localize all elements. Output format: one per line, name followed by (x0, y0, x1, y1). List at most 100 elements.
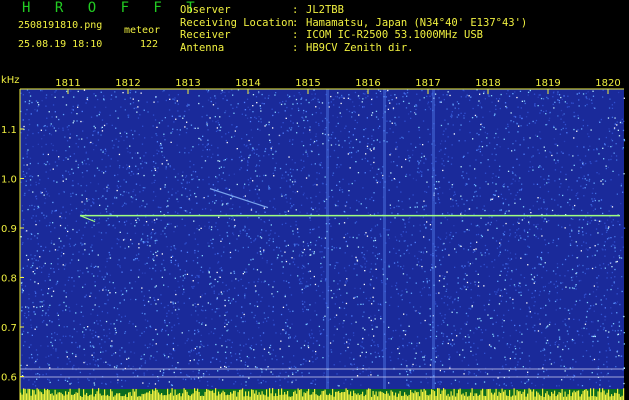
noise-dot (407, 149, 409, 152)
noise-dot (478, 369, 480, 371)
noise-dot (340, 96, 342, 98)
noise-dot (586, 97, 588, 100)
noise-dot (246, 271, 248, 273)
noise-dot (21, 288, 24, 290)
noise-dot (579, 218, 581, 221)
noise-dot (287, 94, 289, 96)
noise-dot (391, 212, 393, 214)
noise-dot (501, 325, 503, 328)
noise-dot (607, 227, 609, 230)
noise-dot (491, 317, 493, 319)
noise-dot (279, 102, 281, 104)
noise-dot (439, 383, 441, 385)
noise-dot (605, 225, 607, 227)
noise-dot (220, 366, 222, 368)
noise-dot (69, 203, 72, 206)
noise-dot (208, 221, 210, 223)
noise-dot (135, 165, 137, 167)
noise-dot (619, 333, 621, 335)
noise-dot (542, 307, 544, 309)
noise-dot (40, 245, 42, 248)
noise-dot (556, 285, 559, 287)
noise-dot (526, 373, 529, 376)
noise-dot (469, 131, 471, 134)
noise-dot (414, 241, 416, 244)
noise-dot (72, 122, 74, 124)
noise-dot (184, 110, 186, 112)
noise-dot (509, 235, 511, 237)
noise-dot (30, 254, 32, 256)
noise-dot (333, 280, 335, 282)
noise-dot (345, 280, 347, 282)
noise-dot (443, 371, 446, 373)
noise-dot (314, 163, 316, 165)
noise-dot (82, 211, 84, 213)
noise-dot (210, 361, 212, 363)
noise-dot (215, 200, 217, 202)
noise-dot (186, 340, 188, 342)
noise-dot (290, 114, 292, 117)
noise-dot (66, 235, 68, 237)
noise-dot (51, 212, 53, 214)
noise-dot (173, 371, 175, 374)
noise-dot (67, 279, 70, 281)
noise-dot (548, 178, 550, 181)
noise-dot (571, 239, 573, 241)
noise-dot (78, 346, 81, 349)
noise-dot (567, 255, 570, 257)
noise-dot (476, 328, 478, 330)
noise-dot (28, 293, 30, 295)
noise-dot (594, 199, 596, 202)
noise-dot (289, 179, 291, 181)
noise-dot (309, 228, 311, 231)
noise-dot (215, 222, 217, 224)
noise-dot (566, 341, 568, 343)
noise-dot (28, 346, 30, 348)
noise-dot (497, 100, 500, 102)
noise-dot (63, 227, 65, 229)
noise-dot (109, 364, 111, 366)
noise-dot (92, 142, 94, 145)
noise-dot (400, 266, 402, 268)
noise-dot (442, 243, 444, 245)
noise-dot (540, 350, 542, 352)
noise-dot (97, 183, 100, 185)
noise-dot (449, 241, 451, 244)
noise-dot (611, 140, 614, 142)
noise-dot (363, 135, 365, 138)
noise-dot (275, 332, 277, 334)
noise-dot (258, 165, 260, 167)
noise-dot (309, 131, 311, 133)
noise-dot (171, 365, 173, 367)
noise-dot (611, 312, 613, 314)
noise-dot (604, 316, 607, 318)
noise-dot (529, 137, 531, 139)
noise-dot (226, 235, 229, 237)
noise-dot (201, 208, 204, 210)
noise-dot (478, 281, 480, 283)
spectrogram: kHz 1811 1812 1813 1814 1815 1816 1817 1818 1819 1… (1, 75, 626, 400)
noise-dot (245, 235, 248, 237)
noise-dot (263, 155, 265, 157)
noise-dot (51, 287, 53, 289)
noise-dot (414, 105, 416, 107)
noise-dot (131, 201, 133, 203)
noise-dot (343, 342, 346, 345)
noise-dot (107, 205, 109, 207)
noise-dot (220, 240, 222, 242)
noise-dot (294, 335, 297, 337)
noise-dot (374, 314, 376, 317)
noise-dot (477, 224, 479, 227)
noise-dot (116, 243, 118, 245)
noise-dot (442, 256, 444, 258)
noise-dot (112, 282, 114, 284)
noise-dot (157, 250, 159, 252)
noise-dot (452, 301, 454, 303)
noise-dot (286, 106, 288, 109)
noise-dot (43, 125, 45, 127)
noise-dot (170, 261, 172, 264)
noise-dot (532, 120, 534, 123)
noise-dot (189, 360, 191, 362)
noise-dot (237, 103, 239, 105)
noise-dot (28, 298, 30, 300)
